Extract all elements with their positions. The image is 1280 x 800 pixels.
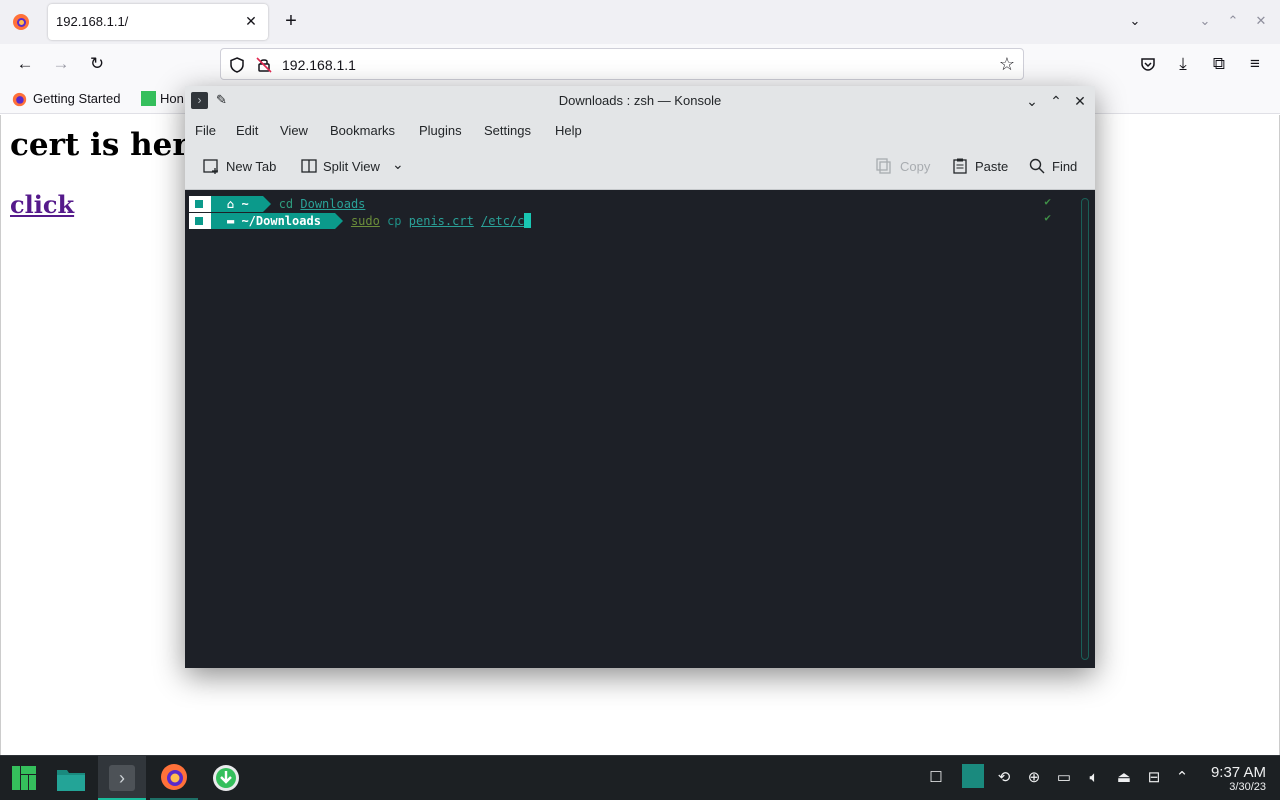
manjaro-menu-icon bbox=[12, 766, 36, 790]
firefox-icon bbox=[12, 92, 27, 107]
terminal-scrollbar[interactable] bbox=[1081, 198, 1089, 660]
konsole-icon: › bbox=[109, 765, 135, 791]
konsole-menu-bar: File Edit View Bookmarks Plugins Setting… bbox=[185, 116, 1095, 144]
split-view-button[interactable]: Split View bbox=[323, 159, 380, 174]
split-view-icon[interactable] bbox=[300, 157, 318, 175]
file-manager-icon bbox=[57, 770, 85, 791]
click-link[interactable]: click bbox=[10, 190, 74, 219]
close-tab-icon[interactable]: ✕ bbox=[242, 12, 260, 30]
taskbar-konsole[interactable]: › bbox=[98, 756, 146, 800]
terminal-cursor bbox=[524, 213, 532, 228]
minimize-icon[interactable]: ⌄ bbox=[1196, 10, 1214, 32]
page-heading: cert is here bbox=[10, 127, 209, 163]
browser-nav-bar: ← → ↻ 192.168.1.1 ☆ ⤓ ⧉ ≡ bbox=[0, 44, 1280, 84]
list-all-tabs-icon[interactable]: ⌄ bbox=[1124, 10, 1146, 32]
prompt-dir-segment: ▬ ~/Downloads bbox=[211, 213, 343, 229]
desktop: 192.168.1.1/ ✕ + ⌄ ⌄ ⌃ ✕ ← → ↻ 192.168.1… bbox=[0, 0, 1280, 800]
new-tab-icon[interactable]: + bbox=[280, 10, 302, 32]
bookmark-home[interactable]: Hon bbox=[160, 91, 184, 106]
tracking-protection-shield-icon[interactable] bbox=[228, 56, 246, 74]
manjaro-bookmark-icon bbox=[141, 91, 156, 106]
terminal-area[interactable]: ⌂ ~ cd Downloads ✔ ▬ ~/Downloads sudo cp p… bbox=[185, 190, 1095, 668]
menu-view[interactable]: View bbox=[280, 123, 308, 138]
bookmark-star-icon[interactable]: ☆ bbox=[999, 54, 1015, 75]
updates-icon[interactable]: ⊕ bbox=[1024, 768, 1044, 788]
clock-time[interactable]: 9:37 AM bbox=[1211, 764, 1266, 781]
konsole-toolbar: New Tab Split View ⌄ Copy Paste Find bbox=[185, 144, 1095, 190]
command-dest-path: /etc/c bbox=[481, 214, 525, 228]
minimize-icon[interactable]: ⌄ bbox=[1022, 91, 1042, 111]
chevron-down-icon[interactable]: ⌄ bbox=[392, 156, 404, 173]
menu-settings[interactable]: Settings bbox=[484, 123, 531, 138]
usb-device-icon[interactable]: ⏏ bbox=[1114, 768, 1134, 788]
success-check-icon: ✔ bbox=[1044, 211, 1051, 224]
menu-help[interactable]: Help bbox=[555, 123, 582, 138]
application-launcher[interactable] bbox=[0, 756, 48, 800]
paste-icon[interactable] bbox=[951, 157, 969, 175]
download-manager-icon bbox=[213, 765, 239, 791]
konsole-title-bar[interactable]: › ✎ Downloads : zsh — Konsole ⌄ ⌃ ✕ bbox=[185, 86, 1095, 116]
konsole-window: › ✎ Downloads : zsh — Konsole ⌄ ⌃ ✕ File… bbox=[185, 86, 1095, 668]
downloads-icon[interactable]: ⤓ bbox=[1171, 52, 1195, 76]
command-source-file: penis.crt bbox=[408, 214, 474, 228]
paste-button[interactable]: Paste bbox=[975, 159, 1008, 174]
insecure-lock-icon[interactable] bbox=[255, 56, 273, 74]
success-check-icon: ✔ bbox=[1044, 195, 1051, 208]
copy-icon bbox=[876, 158, 891, 174]
firefox-icon[interactable] bbox=[12, 13, 30, 31]
find-button[interactable]: Find bbox=[1052, 159, 1077, 174]
new-tab-button[interactable]: New Tab bbox=[226, 159, 276, 174]
pocket-icon[interactable] bbox=[1136, 52, 1160, 76]
bookmark-getting-started[interactable]: Getting Started bbox=[33, 91, 120, 106]
maximize-icon[interactable]: ⌃ bbox=[1046, 91, 1066, 111]
search-icon[interactable] bbox=[1028, 157, 1046, 175]
kde-connect-icon[interactable]: ⟲ bbox=[994, 768, 1014, 788]
tab-title: 192.168.1.1/ bbox=[56, 14, 129, 29]
taskbar: › ☐ ⟲ ⊕ ▭ 🔈︎ ⏏ ⊟ ⌃ 9:37 AM 3/30/23 bbox=[0, 755, 1280, 800]
maximize-icon[interactable]: ⌃ bbox=[1224, 10, 1242, 32]
reload-icon[interactable]: ↻ bbox=[85, 52, 109, 76]
prompt-dir-segment: ⌂ ~ bbox=[211, 196, 271, 212]
command-arg: Downloads bbox=[300, 197, 366, 211]
window-title: Downloads : zsh — Konsole bbox=[558, 93, 722, 108]
clipboard-icon[interactable] bbox=[962, 764, 984, 788]
prompt-os-segment bbox=[189, 196, 219, 212]
forward-icon[interactable]: → bbox=[49, 52, 73, 76]
taskbar-file-manager[interactable] bbox=[48, 756, 96, 800]
terminal-tray-icon[interactable]: ▭ bbox=[1054, 768, 1074, 788]
url-bar[interactable]: 192.168.1.1 ☆ bbox=[220, 48, 1024, 80]
show-desktop-icon[interactable]: ☐ bbox=[926, 768, 946, 788]
browser-tab-active[interactable]: 192.168.1.1/ ✕ bbox=[48, 4, 268, 40]
command-cp: cp bbox=[387, 214, 402, 228]
terminal-line-2: ▬ ~/Downloads sudo cp penis.crt /etc/c bbox=[189, 213, 532, 229]
url-text: 192.168.1.1 bbox=[282, 57, 356, 73]
prompt-os-segment bbox=[189, 213, 219, 229]
firefox-icon bbox=[161, 764, 187, 790]
menu-bookmarks[interactable]: Bookmarks bbox=[330, 123, 395, 138]
volume-icon[interactable]: 🔈︎ bbox=[1084, 768, 1104, 788]
back-icon[interactable]: ← bbox=[13, 52, 37, 76]
network-icon[interactable]: ⊟ bbox=[1144, 768, 1164, 788]
taskbar-download-manager[interactable] bbox=[202, 756, 250, 800]
command-word: cd bbox=[278, 197, 294, 211]
copy-button[interactable]: Copy bbox=[900, 159, 930, 174]
new-tab-icon[interactable] bbox=[202, 157, 220, 175]
command-sudo: sudo bbox=[350, 214, 380, 228]
menu-file[interactable]: File bbox=[195, 123, 216, 138]
close-window-icon[interactable]: ✕ bbox=[1252, 10, 1270, 32]
chevron-up-icon[interactable]: ⌃ bbox=[1172, 768, 1192, 788]
browser-tab-bar: 192.168.1.1/ ✕ + ⌄ ⌄ ⌃ ✕ bbox=[0, 0, 1280, 44]
terminal-line-1: ⌂ ~ cd Downloads bbox=[189, 196, 365, 212]
extensions-icon[interactable]: ⧉ bbox=[1207, 52, 1231, 76]
close-icon[interactable]: ✕ bbox=[1070, 91, 1090, 111]
clock-date[interactable]: 3/30/23 bbox=[1229, 781, 1266, 793]
menu-hamburger-icon[interactable]: ≡ bbox=[1243, 52, 1267, 76]
menu-edit[interactable]: Edit bbox=[236, 123, 258, 138]
menu-plugins[interactable]: Plugins bbox=[419, 123, 462, 138]
taskbar-firefox[interactable] bbox=[150, 756, 198, 800]
